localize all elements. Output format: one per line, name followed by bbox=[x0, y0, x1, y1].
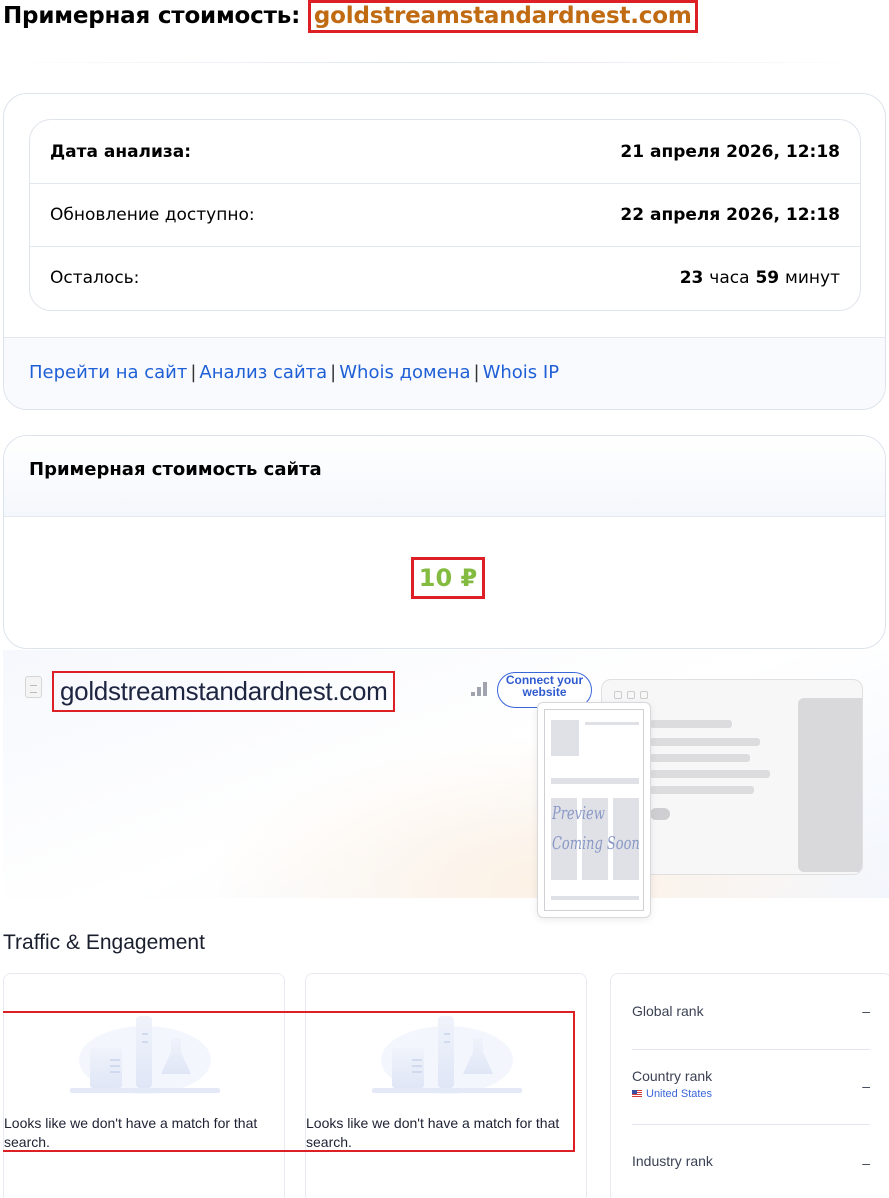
update-available-value: 22 апреля 2026, 12:18 bbox=[620, 205, 840, 225]
industry-rank-value: – bbox=[862, 1155, 870, 1171]
traffic-engagement-title: Traffic & Engagement bbox=[3, 931, 205, 954]
site-hero: goldstreamstandardnest.com Connect your … bbox=[3, 650, 889, 918]
empty-state-illustration-icon bbox=[70, 1016, 220, 1094]
ranks-card: Global rank – Country rank – United Stat… bbox=[610, 973, 889, 1198]
traffic-card: Looks like we don't have a match for tha… bbox=[3, 973, 285, 1198]
update-available-row: Обновление доступно: 22 апреля 2026, 12:… bbox=[30, 183, 860, 246]
signal-bars-icon bbox=[471, 682, 487, 696]
remaining-row: Осталось: 23 часа 59 минут bbox=[30, 246, 860, 309]
go-to-site-link[interactable]: Перейти на сайт bbox=[29, 362, 187, 383]
update-available-label: Обновление доступно: bbox=[50, 205, 255, 225]
preview-line-2: Coming Soon bbox=[552, 833, 640, 854]
whois-domain-link[interactable]: Whois домена bbox=[339, 362, 470, 383]
valuation-price: 10 ₽ bbox=[411, 557, 485, 599]
rank-divider bbox=[632, 1049, 870, 1050]
link-separator: | bbox=[473, 362, 480, 383]
rank-divider bbox=[632, 1124, 870, 1125]
page-title-prefix: Примерная стоимость: bbox=[3, 3, 301, 29]
empty-state-illustration-icon bbox=[372, 1016, 522, 1094]
country-rank-label: Country rank bbox=[632, 1068, 713, 1084]
remaining-hours: 23 bbox=[679, 268, 704, 288]
global-rank-label: Global rank bbox=[632, 1003, 704, 1019]
remaining-minutes-unit: минут bbox=[785, 268, 840, 288]
industry-rank-label: Industry rank bbox=[632, 1153, 713, 1169]
remaining-value: 23 часа 59 минут bbox=[680, 268, 840, 288]
analysis-table: Дата анализа: 21 апреля 2026, 12:18 Обно… bbox=[29, 119, 861, 311]
site-domain[interactable]: goldstreamstandardnest.com bbox=[52, 671, 396, 712]
global-rank-value: – bbox=[862, 1003, 870, 1019]
link-separator: | bbox=[190, 362, 197, 383]
traffic-card: Looks like we don't have a match for tha… bbox=[305, 973, 587, 1198]
remaining-hours-unit: часа bbox=[709, 268, 750, 288]
remaining-minutes: 59 bbox=[755, 268, 780, 288]
title-divider bbox=[0, 62, 870, 63]
analysis-date-label: Дата анализа: bbox=[50, 141, 192, 162]
analysis-date-value: 21 апреля 2026, 12:18 bbox=[620, 141, 840, 162]
global-rank: Global rank – bbox=[632, 1003, 870, 1019]
mobile-preview-mock: Preview Coming Soon bbox=[537, 702, 651, 918]
favicon-icon bbox=[25, 676, 42, 698]
analysis-card: Дата анализа: 21 апреля 2026, 12:18 Обно… bbox=[3, 93, 886, 410]
analysis-date-row: Дата анализа: 21 апреля 2026, 12:18 bbox=[30, 120, 860, 183]
valuation-card: Примерная стоимость сайта 10 ₽ bbox=[3, 435, 886, 649]
preview-line-1: Preview bbox=[552, 803, 605, 824]
similarweb-widget: goldstreamstandardnest.com Connect your … bbox=[3, 650, 889, 1198]
country-rank-value: – bbox=[862, 1078, 870, 1094]
no-match-message: Looks like we don't have a match for tha… bbox=[306, 1115, 560, 1150]
site-links: Перейти на сайт | Анализ сайта | Whois домен… bbox=[29, 362, 559, 383]
industry-rank: Industry rank – bbox=[632, 1153, 870, 1171]
no-match-message: Looks like we don't have a match for tha… bbox=[4, 1115, 258, 1150]
whois-ip-link[interactable]: Whois IP bbox=[483, 362, 559, 383]
site-analysis-link[interactable]: Анализ сайта bbox=[199, 362, 327, 383]
remaining-label: Осталось: bbox=[50, 268, 140, 288]
country-rank-country[interactable]: United States bbox=[632, 1088, 870, 1100]
us-flag-icon bbox=[632, 1090, 642, 1099]
country-rank: Country rank – United States bbox=[632, 1068, 870, 1100]
country-name: United States bbox=[646, 1088, 713, 1100]
preview-coming-soon: Preview Coming Soon bbox=[552, 799, 640, 859]
page-title-domain: goldstreamstandardnest.com bbox=[307, 0, 698, 33]
valuation-title: Примерная стоимость сайта bbox=[29, 459, 322, 480]
page-title: Примерная стоимость: goldstreamstandardn… bbox=[3, 0, 698, 33]
link-separator: | bbox=[330, 362, 337, 383]
